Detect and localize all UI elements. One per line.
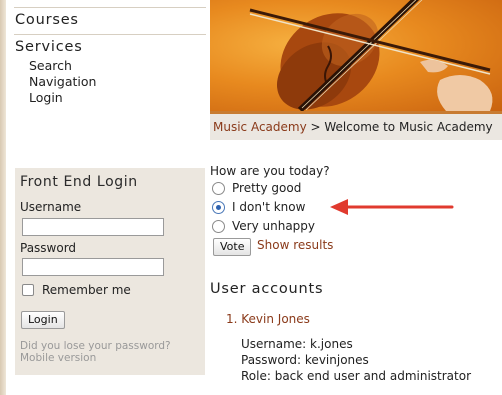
user-accounts-heading: User accounts [210, 281, 324, 297]
poll-option-label: I don't know [232, 200, 306, 214]
front-end-login-module: Front End Login Username Password Rememb… [15, 168, 205, 375]
violin-banner-image [210, 0, 502, 111]
breadcrumb-current: Welcome to Music Academy [324, 120, 493, 134]
lost-password-link[interactable]: Did you lose your password? [20, 340, 171, 352]
red-arrow-icon [330, 199, 454, 215]
show-results-link[interactable]: Show results [257, 238, 333, 252]
nav-divider [14, 34, 206, 35]
login-title: Front End Login [20, 174, 138, 190]
radio-i-dont-know[interactable] [212, 200, 225, 214]
login-button[interactable]: Login [21, 311, 65, 329]
poll-option-very-unhappy[interactable]: Very unhappy [212, 219, 315, 233]
nav-item-login[interactable]: Login [29, 90, 63, 105]
user-kevin-jones-link[interactable]: 1. Kevin Jones [226, 312, 310, 326]
username-label: Username [20, 200, 82, 214]
breadcrumb: Music Academy > Welcome to Music Academy [213, 120, 493, 134]
remember-me-checkbox[interactable] [22, 284, 34, 296]
mobile-version-link[interactable]: Mobile version [20, 352, 96, 364]
password-label: Password [20, 241, 77, 255]
breadcrumb-bar: Music Academy > Welcome to Music Academy [210, 114, 502, 140]
remember-me-row: Remember me [22, 283, 131, 297]
username-field[interactable] [22, 218, 164, 236]
breadcrumb-separator: > [306, 120, 325, 134]
nav-divider-top [14, 7, 206, 8]
breadcrumb-home-link[interactable]: Music Academy [213, 120, 307, 134]
violin-illustration-icon [249, 0, 493, 111]
poll-question: How are you today? [210, 164, 330, 178]
nav-services[interactable]: Services [15, 39, 83, 55]
poll-option-label: Pretty good [232, 181, 302, 195]
poll-option-pretty-good[interactable]: Pretty good [212, 181, 301, 195]
nav-courses[interactable]: Courses [15, 12, 79, 28]
poll-option-i-dont-know[interactable]: I don't know [212, 200, 305, 214]
password-detail: Password: kevinjones [241, 353, 369, 367]
role-detail: Role: back end user and administrator [241, 369, 472, 383]
username-detail: Username: k.jones [241, 337, 353, 351]
page-edge-decoration [0, 0, 6, 395]
radio-very-unhappy[interactable] [212, 219, 225, 233]
password-field[interactable] [22, 258, 164, 276]
vote-button[interactable]: Vote [213, 238, 252, 256]
remember-me-label: Remember me [42, 283, 131, 297]
nav-item-navigation[interactable]: Navigation [29, 74, 96, 89]
radio-pretty-good[interactable] [212, 181, 225, 195]
poll-option-label: Very unhappy [232, 219, 316, 233]
nav-item-search[interactable]: Search [29, 58, 72, 73]
